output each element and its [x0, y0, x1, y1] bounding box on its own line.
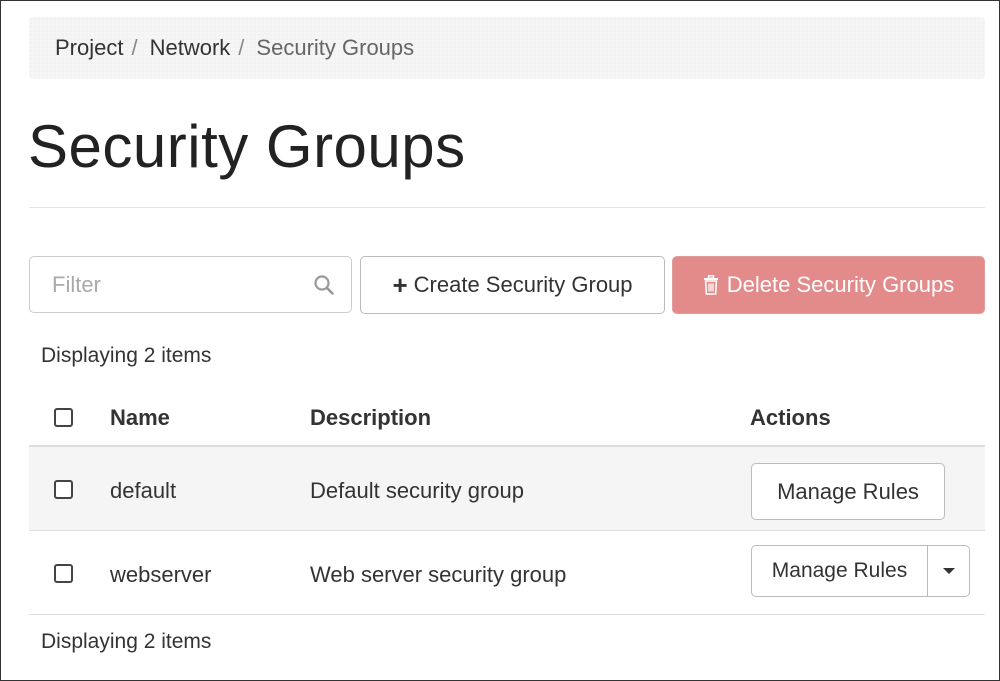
search-icon[interactable] — [313, 274, 335, 296]
breadcrumb: Project / Network / Security Groups — [29, 17, 985, 79]
create-security-group-label: Create Security Group — [413, 272, 633, 297]
caret-down-icon — [942, 568, 955, 574]
table-row: webserver Web server security group Mana… — [29, 531, 985, 615]
plus-icon: + — [392, 270, 408, 300]
trash-icon — [703, 275, 718, 295]
delete-security-groups-button[interactable]: Delete Security Groups — [672, 256, 985, 314]
manage-rules-button[interactable]: Manage Rules — [751, 463, 945, 520]
row-checkbox[interactable] — [54, 564, 73, 583]
select-all-checkbox[interactable] — [54, 408, 73, 427]
more-actions-toggle[interactable] — [928, 546, 969, 596]
filter-field[interactable] — [29, 256, 352, 313]
create-security-group-button[interactable]: + Create Security Group — [360, 256, 665, 314]
row-checkbox[interactable] — [54, 480, 73, 499]
item-count-bottom: Displaying 2 items — [41, 630, 212, 653]
row-name: default — [110, 478, 177, 503]
breadcrumb-item-project[interactable]: Project — [55, 35, 123, 61]
filter-input[interactable] — [30, 257, 351, 312]
column-header-description[interactable]: Description — [310, 405, 431, 431]
manage-rules-label: Manage Rules — [771, 559, 908, 582]
breadcrumb-separator: / — [131, 35, 138, 60]
row-description: Default security group — [310, 478, 524, 503]
manage-rules-label: Manage Rules — [777, 478, 919, 504]
table-row: default Default security group Manage Ru… — [29, 447, 985, 531]
row-description: Web server security group — [310, 562, 567, 587]
manage-rules-button[interactable]: Manage Rules — [752, 546, 928, 596]
row-actions-button-group: Manage Rules — [751, 545, 970, 597]
item-count-top: Displaying 2 items — [41, 344, 212, 367]
delete-security-groups-label: Delete Security Groups — [726, 272, 955, 297]
table-header: Name Description Actions — [29, 387, 985, 447]
breadcrumb-item-network[interactable]: Network — [150, 35, 231, 61]
title-divider — [29, 207, 985, 208]
breadcrumb-separator: / — [238, 35, 245, 60]
column-header-name[interactable]: Name — [110, 405, 170, 431]
page-title: Security Groups — [28, 113, 466, 180]
breadcrumb-item-security-groups: Security Groups — [256, 35, 415, 60]
security-groups-table: Name Description Actions default Default… — [29, 387, 985, 615]
column-header-actions: Actions — [750, 405, 831, 430]
row-name: webserver — [110, 562, 212, 587]
